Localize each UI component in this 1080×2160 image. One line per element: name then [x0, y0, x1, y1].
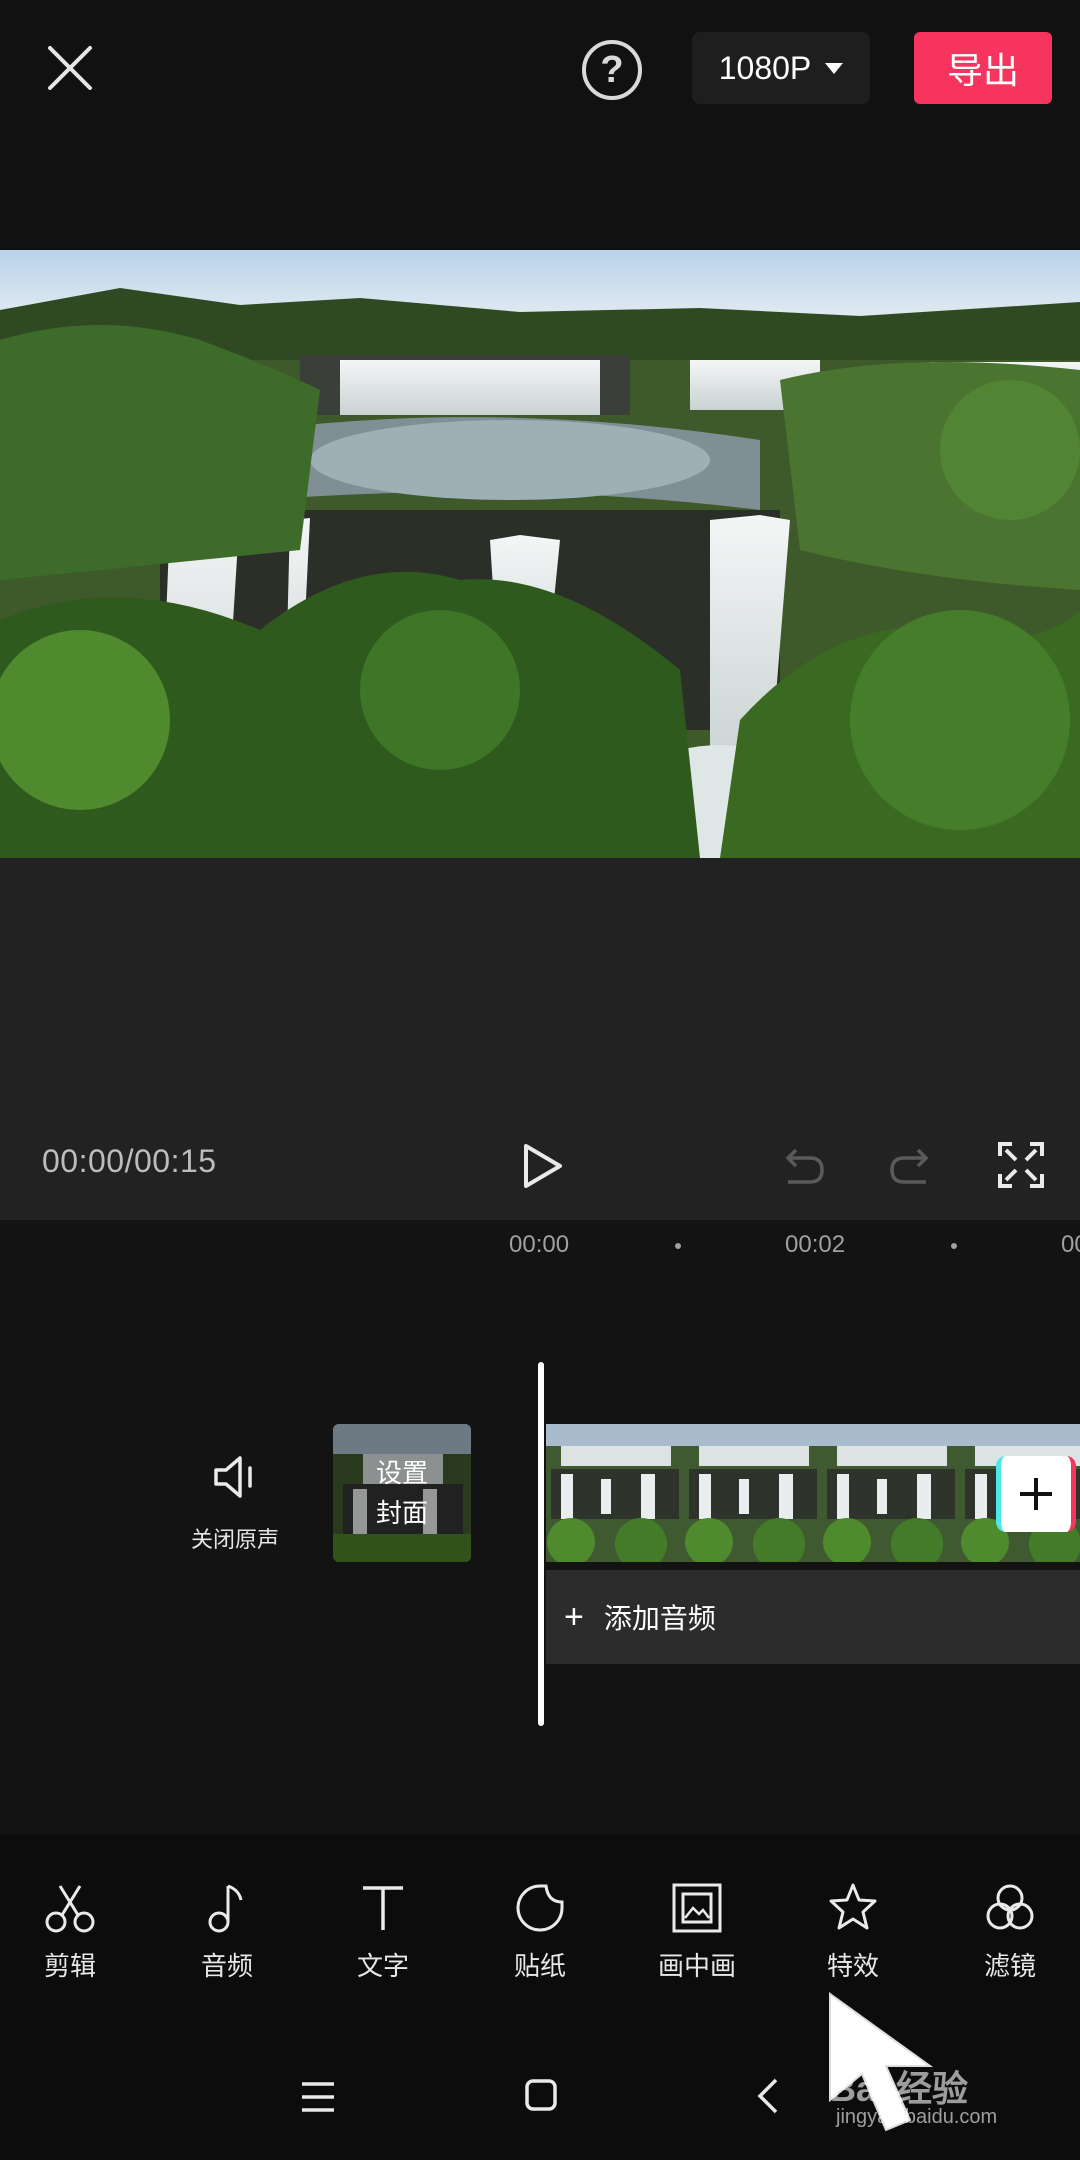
close-button[interactable]	[38, 36, 102, 100]
ruler-label: 00:00	[509, 1231, 570, 1258]
time-display: 00:00/00:15	[42, 1143, 217, 1179]
add-clip-button[interactable]	[996, 1456, 1076, 1532]
plus-icon: +	[564, 1597, 584, 1636]
tool-label: 画中画	[657, 1951, 736, 1981]
tool-label: 音频	[200, 1951, 253, 1981]
redo-button[interactable]	[886, 1140, 938, 1192]
cover-label-line1: 设置	[375, 1458, 428, 1488]
ruler-dot	[951, 1243, 957, 1249]
waterfall-scene-image	[0, 250, 1080, 858]
resolution-label: 1080P	[718, 49, 812, 86]
music-note-icon	[208, 1884, 243, 1933]
ruler-label: 00:02	[785, 1231, 846, 1258]
picture-in-picture-icon	[672, 1883, 722, 1933]
undo-button[interactable]	[776, 1140, 828, 1192]
export-button[interactable]: 导出	[914, 32, 1052, 104]
undo-icon	[785, 1148, 824, 1184]
tool-label: 文字	[356, 1951, 409, 1981]
tool-edit[interactable]: 剪辑	[10, 1880, 130, 1990]
play-icon	[524, 1144, 562, 1188]
fullscreen-button[interactable]	[996, 1140, 1046, 1190]
help-icon: ?	[600, 48, 624, 91]
playhead[interactable]	[538, 1362, 544, 1726]
text-icon	[363, 1886, 403, 1930]
nav-menu-button[interactable]	[300, 2080, 336, 2119]
tool-label: 贴纸	[513, 1951, 566, 1981]
watermark-logo: Bai 经验	[830, 2068, 969, 2109]
tool-text[interactable]: 文字	[323, 1880, 443, 1990]
cover-label-line2: 封面	[375, 1498, 428, 1528]
scissors-icon	[45, 1885, 95, 1933]
resolution-dropdown[interactable]: 1080P	[692, 32, 870, 104]
tool-filter[interactable]: 滤镜	[950, 1880, 1070, 1990]
video-preview[interactable]	[0, 250, 1080, 858]
filter-icon	[986, 1884, 1034, 1930]
nav-home-button[interactable]	[524, 2078, 558, 2117]
ruler-dot	[675, 1243, 681, 1249]
tool-label: 滤镜	[983, 1951, 1036, 1981]
plus-icon	[1020, 1478, 1052, 1510]
back-icon	[757, 2078, 778, 2114]
add-audio-button[interactable]: + 添加音频	[546, 1570, 1080, 1664]
nav-back-button[interactable]	[756, 2078, 780, 2119]
menu-icon	[302, 2082, 334, 2112]
watermark-url: jingyan.baidu.com	[836, 2106, 998, 2128]
fullscreen-icon	[998, 1142, 1044, 1188]
mute-label: 关闭原声	[190, 1527, 279, 1552]
help-button[interactable]: ?	[582, 40, 642, 100]
tool-audio[interactable]: 音频	[167, 1880, 287, 1990]
close-icon	[48, 46, 92, 90]
add-audio-label: 添加音频	[603, 1603, 716, 1634]
speaker-icon	[214, 1456, 252, 1498]
tool-label: 剪辑	[43, 1951, 96, 1981]
ruler-label: 00	[1061, 1231, 1080, 1258]
tool-picture-in-picture[interactable]: 画中画	[637, 1880, 757, 1990]
chevron-down-icon	[825, 62, 844, 74]
redo-icon	[890, 1148, 929, 1184]
set-cover-button[interactable]: 设置 封面	[333, 1424, 471, 1562]
star-effects-icon	[829, 1883, 877, 1930]
tool-label: 特效	[826, 1951, 879, 1981]
home-icon	[525, 2079, 557, 2111]
export-label: 导出	[946, 50, 1019, 91]
mute-original-audio-button[interactable]: 关闭原声	[180, 1452, 290, 1552]
tool-effects[interactable]: 特效	[793, 1880, 913, 1990]
tool-sticker[interactable]: 贴纸	[480, 1880, 600, 1990]
play-button[interactable]	[516, 1140, 568, 1192]
sticker-icon	[516, 1884, 564, 1932]
